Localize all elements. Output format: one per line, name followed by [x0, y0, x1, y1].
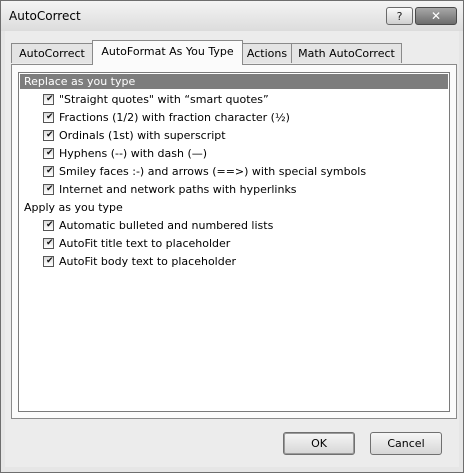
- list-item-autofit-body[interactable]: ✔ AutoFit body text to placeholder: [43, 254, 236, 269]
- checkbox[interactable]: ✔: [43, 256, 54, 267]
- checkbox[interactable]: ✔: [43, 238, 54, 249]
- help-button[interactable]: ?: [386, 7, 413, 25]
- ok-button[interactable]: OK: [283, 432, 355, 455]
- tab-math-autocorrect[interactable]: Math AutoCorrect: [291, 43, 402, 63]
- check-icon: ✔: [46, 166, 54, 176]
- item-label: "Straight quotes" with “smart quotes”: [59, 93, 269, 106]
- item-label: Automatic bulleted and numbered lists: [59, 219, 274, 232]
- item-label: Smiley faces :-) and arrows (==>) with s…: [59, 165, 367, 178]
- dialog-body: AutoCorrect AutoFormat As You Type Actio…: [5, 31, 459, 467]
- checkbox[interactable]: ✔: [43, 130, 54, 141]
- check-icon: ✔: [46, 238, 54, 248]
- checkbox[interactable]: ✔: [43, 148, 54, 159]
- checkbox[interactable]: ✔: [43, 220, 54, 231]
- check-icon: ✔: [46, 220, 54, 230]
- list-item-bulleted-lists[interactable]: ✔ Automatic bulleted and numbered lists: [43, 218, 273, 233]
- check-icon: ✔: [46, 130, 54, 140]
- check-icon: ✔: [46, 148, 54, 158]
- check-icon: ✔: [46, 94, 54, 104]
- item-label: AutoFit body text to placeholder: [59, 255, 237, 268]
- check-icon: ✔: [46, 256, 54, 266]
- item-label: AutoFit title text to placeholder: [59, 237, 231, 250]
- tab-autocorrect[interactable]: AutoCorrect: [11, 43, 93, 63]
- check-icon: ✔: [46, 112, 54, 122]
- tab-panel: Replace as you type ✔ "Straight quotes" …: [11, 64, 457, 419]
- item-label: Internet and network paths with hyperlin…: [59, 183, 297, 196]
- close-button[interactable]: ✕: [415, 7, 457, 25]
- check-icon: ✔: [46, 184, 54, 194]
- list-item-hyphens[interactable]: ✔ Hyphens (--) with dash (—): [43, 146, 207, 161]
- item-label: Hyphens (--) with dash (—): [59, 147, 208, 160]
- help-icon: ?: [396, 9, 403, 23]
- group-header-replace-as-you-type[interactable]: Replace as you type: [20, 74, 448, 89]
- autocorrect-dialog: AutoCorrect ? ✕ AutoCorrect AutoFormat A…: [0, 0, 464, 473]
- tab-actions[interactable]: Actions: [242, 43, 292, 63]
- item-label: Ordinals (1st) with superscript: [59, 129, 226, 142]
- checkbox[interactable]: ✔: [43, 166, 54, 177]
- checkbox[interactable]: ✔: [43, 94, 54, 105]
- options-list[interactable]: Replace as you type ✔ "Straight quotes" …: [18, 72, 450, 412]
- title-bar[interactable]: AutoCorrect ? ✕: [1, 1, 463, 31]
- cancel-button[interactable]: Cancel: [370, 432, 442, 455]
- list-item-ordinals[interactable]: ✔ Ordinals (1st) with superscript: [43, 128, 226, 143]
- list-item-fractions[interactable]: ✔ Fractions (1/2) with fraction characte…: [43, 110, 290, 125]
- close-icon: ✕: [430, 9, 442, 23]
- list-item-straight-quotes[interactable]: ✔ "Straight quotes" with “smart quotes”: [43, 92, 269, 107]
- list-item-internet-paths[interactable]: ✔ Internet and network paths with hyperl…: [43, 182, 297, 197]
- checkbox[interactable]: ✔: [43, 184, 54, 195]
- dialog-title: AutoCorrect: [9, 9, 81, 23]
- item-label: Fractions (1/2) with fraction character …: [59, 111, 290, 124]
- list-item-autofit-title[interactable]: ✔ AutoFit title text to placeholder: [43, 236, 230, 251]
- group-header-apply-as-you-type[interactable]: Apply as you type: [20, 200, 448, 215]
- checkbox[interactable]: ✔: [43, 112, 54, 123]
- tab-autoformat-as-you-type[interactable]: AutoFormat As You Type: [92, 40, 243, 65]
- list-item-smiley-faces[interactable]: ✔ Smiley faces :-) and arrows (==>) with…: [43, 164, 366, 179]
